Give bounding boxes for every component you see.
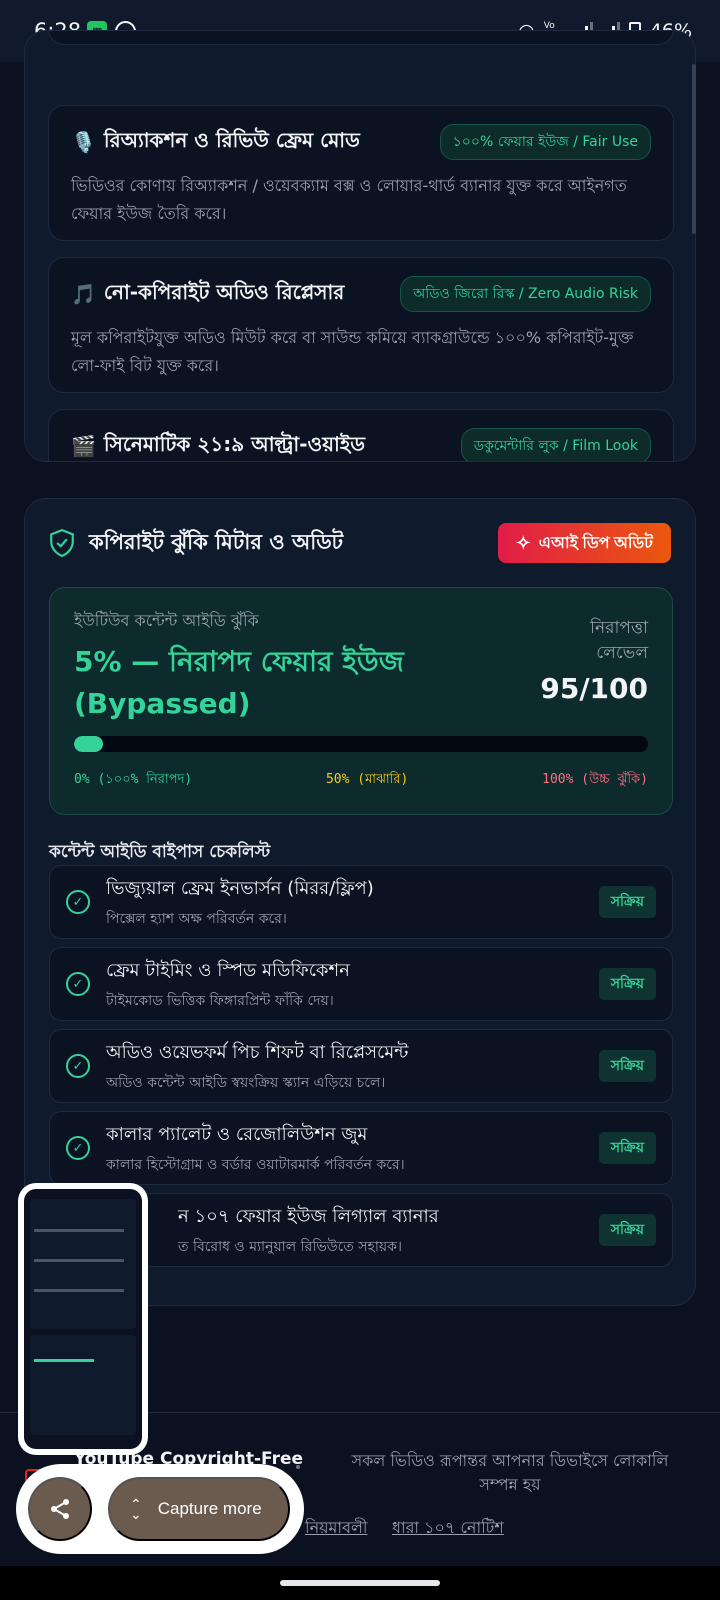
footer-link-notice[interactable]: ধারা ১০৭ নোটিশ — [392, 1515, 504, 1542]
checklist-item[interactable]: ✓ ভিজ্যুয়াল ফ্রেম ইনভার্সন (মিরর/ফ্লিপ)… — [49, 865, 673, 939]
scrollbar[interactable] — [692, 64, 696, 234]
risk-scale: 0% (১০০% নিরাপদ) 50% (মাঝারি) 100% (উচ্চ… — [74, 770, 648, 791]
checklist-item-sub: অডিও কন্টেন্ট আইডি স্বয়ংক্রিয় স্ক্যান … — [106, 1074, 386, 1091]
footer-link-rules[interactable]: নিয়মাবলী — [305, 1515, 367, 1542]
checklist-item[interactable]: ✓ ফ্রেম টাইমিং ও স্পিড মডিফিকেশন টাইমকোড… — [49, 947, 673, 1021]
share-button[interactable] — [28, 1477, 92, 1541]
checklist-item-title: কালার প্যালেট ও রেজোলিউশন জুম — [106, 1123, 368, 1145]
feature-badge: ডকুমেন্টারি লুক / Film Look — [460, 428, 651, 461]
status-badge: সক্রিয় — [598, 886, 656, 918]
scale-low: 0% (১০০% নিরাপদ) — [74, 772, 193, 787]
checklist-item-sub: কালার হিস্টোগ্রাম ও বর্ডার ওয়াটারমার্ক … — [106, 1156, 405, 1173]
risk-meter-title: কপিরাইট ঝুঁকি মিটার ও অডিট — [89, 529, 344, 554]
checklist-item[interactable]: ✓ অডিও ওয়েভফর্ম পিচ শিফট বা রিপ্লেসমেন্… — [49, 1029, 673, 1103]
checklist-item-title: অডিও ওয়েভফর্ম পিচ শিফট বা রিপ্লেসমেন্ট — [106, 1041, 409, 1063]
check-circle-icon: ✓ — [66, 1054, 90, 1078]
capture-toolbar: ⌃ ⌄ Capture more — [16, 1464, 304, 1554]
feature-title: রিঅ্যাকশন ও রিভিউ ফ্রেম মোড — [103, 127, 360, 152]
capture-more-button[interactable]: ⌃ ⌄ Capture more — [108, 1477, 290, 1541]
checklist-title: কন্টেন্ট আইডি বাইপাস চেকলিস্ট — [49, 842, 271, 862]
risk-meter-header: কপিরাইট ঝুঁকি মিটার ও অডিট ✧ এআই ডিপ অডি… — [49, 523, 671, 563]
checklist-item-sub: টাইমকোড ভিত্তিক ফিঙ্গারপ্রিন্ট ফাঁকি দেয… — [106, 992, 334, 1009]
feature-item-cinematic[interactable]: 🎬 সিনেমাটিক ২১:৯ আল্ট্রা-ওয়াইড ডকুমেন্ট… — [48, 409, 674, 461]
footer-note: সকল ভিডিও রূপান্তর আপনার ডিভাইসে লোকালি … — [351, 1451, 669, 1494]
status-badge: সক্রিয় — [598, 1132, 656, 1164]
microphone-icon: 🎙️ — [71, 130, 96, 154]
share-icon — [51, 1499, 69, 1519]
shield-check-icon — [50, 529, 74, 557]
check-circle-icon: ✓ — [66, 1136, 90, 1160]
checklist-item-title: ন ১০৭ ফেয়ার ইউজ লিগ্যাল ব্যানার — [178, 1205, 439, 1227]
music-note-icon: 🎵 — [71, 282, 96, 306]
feature-badge: ১০০% ফেয়ার ইউজ / Fair Use — [439, 124, 651, 160]
feature-item-audio[interactable]: 🎵 নো-কপিরাইট অডিও রিপ্লেসার অডিও জিরো রি… — [48, 257, 674, 393]
feature-badge: অডিও জিরো রিস্ক / Zero Audio Risk — [400, 276, 651, 312]
scale-high: 100% (উচ্চ ঝুঁকি) — [542, 772, 648, 787]
safety-score: 95/100 — [540, 672, 648, 705]
clapperboard-icon: 🎬 — [71, 434, 96, 458]
checklist-item-title: ফ্রেম টাইমিং ও স্পিড মডিফিকেশন — [106, 959, 350, 981]
home-handle[interactable] — [280, 1580, 440, 1586]
risk-progress-bar — [74, 736, 648, 752]
checklist-item[interactable]: ✓ কালার প্যালেট ও রেজোলিউশন জুম কালার হি… — [49, 1111, 673, 1185]
status-badge: সক্রিয় — [598, 1050, 656, 1082]
navigation-bar — [0, 1566, 720, 1600]
status-badge: সক্রিয় — [598, 968, 656, 1000]
status-badge: সক্রিয় — [598, 1214, 656, 1246]
feature-item-previous[interactable] — [48, 31, 674, 45]
capture-more-label: Capture more — [157, 1499, 262, 1518]
features-card: 🎙️ রিঅ্যাকশন ও রিভিউ ফ্রেম মোড ১০০% ফেয়… — [24, 30, 696, 462]
expand-icon: ⌃ ⌄ — [130, 1496, 142, 1522]
check-circle-icon: ✓ — [66, 972, 90, 996]
checklist-item-title: ভিজ্যুয়াল ফ্রেম ইনভার্সন (মিরর/ফ্লিপ) — [106, 877, 374, 899]
scale-mid: 50% (মাঝারি) — [325, 772, 409, 787]
check-circle-icon: ✓ — [66, 890, 90, 914]
feature-desc: ভিডিওর কোণায় রিঅ্যাকশন / ওয়েবক্যাম বক্… — [71, 176, 627, 223]
safety-level: নিরাপত্তা লেভেল 95/100 — [540, 616, 648, 705]
risk-summary-box: ইউটিউব কন্টেন্ট আইডি ঝুঁকি 5% — নিরাপদ ফ… — [49, 587, 673, 815]
sparkle-icon: ✧ — [515, 532, 531, 553]
risk-progress-fill — [74, 736, 103, 752]
checklist-item-sub: পিক্সেল হ্যাশ অক্ষ পরিবর্তন করে। — [106, 910, 287, 927]
feature-title: নো-কপিরাইট অডিও রিপ্লেসার — [103, 279, 345, 304]
footer-separator — [296, 1465, 300, 1469]
risk-value: 5% — নিরাপদ ফেয়ার ইউজ (Bypassed) — [74, 645, 404, 720]
feature-title: সিনেমাটিক ২১:৯ আল্ট্রা-ওয়াইড — [103, 431, 365, 456]
feature-desc: মূল কপিরাইটযুক্ত অডিও মিউট করে বা সাউন্ড… — [71, 328, 634, 375]
safety-label: নিরাপত্তা লেভেল — [590, 618, 648, 663]
feature-item-reaction[interactable]: 🎙️ রিঅ্যাকশন ও রিভিউ ফ্রেম মোড ১০০% ফেয়… — [48, 105, 674, 241]
screenshot-thumbnail[interactable] — [18, 1183, 148, 1455]
ai-deep-audit-button[interactable]: ✧ এআই ডিপ অডিট — [497, 523, 671, 563]
audit-button-label: এআই ডিপ অডিট — [538, 534, 653, 552]
checklist-item-sub: ত বিরোধ ও ম্যানুয়াল রিভিউতে সহায়ক। — [178, 1238, 402, 1255]
